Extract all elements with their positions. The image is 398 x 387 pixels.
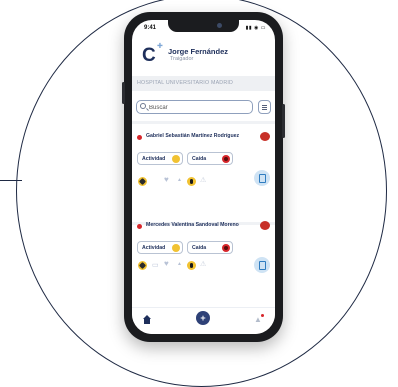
hospital-name-bar: HOSPITAL UNIVERSITARIO MADRID: [132, 76, 275, 91]
phone-device: 9:41 ▮▮ ◉ ▭ C ✚ Jorge Fernández Traigado…: [122, 12, 285, 342]
alert-badge-icon: [260, 221, 270, 230]
user-name: Jorge Fernández: [168, 47, 229, 56]
activity-warning-icon: [172, 244, 180, 252]
warning-icon: [199, 260, 208, 270]
person-alert-icon: [187, 177, 196, 186]
heart-icon: [163, 175, 172, 186]
search-icon: [140, 103, 146, 109]
divider: [132, 121, 275, 124]
status-icons: ▮▮ ◉ ▭: [245, 25, 266, 31]
patient-name: Mercedes Valentina Sandoval Moreno: [146, 222, 239, 228]
patient-name-row: Mercedes Valentina Sandoval Moreno: [137, 221, 270, 233]
status-dot-icon: [137, 135, 142, 140]
fall-alert-icon: [222, 244, 230, 252]
search-row: [136, 100, 271, 115]
vital-icons-row: [137, 175, 237, 189]
status-time: 9:41: [144, 25, 157, 31]
bottom-tab-bar: [132, 307, 275, 334]
pressure-warning-icon: [138, 177, 147, 186]
menu-line: [262, 109, 267, 110]
logo-cross-icon: ✚: [157, 43, 163, 50]
drop-icon: [175, 177, 184, 186]
bed-icon: [151, 261, 160, 270]
pressure-warning-icon: [138, 261, 147, 270]
menu-line: [262, 107, 267, 108]
connector-line: [0, 180, 22, 182]
chip-label: Actividad: [142, 245, 166, 251]
patient-card[interactable]: Mercedes Valentina Sandoval Moreno Activ…: [132, 221, 275, 311]
chip-fall[interactable]: Caída: [187, 241, 233, 254]
user-role: Traigador: [170, 56, 194, 62]
patient-name: Gabriel Sebastián Martínez Rodríguez: [146, 133, 240, 139]
chip-label: Caída: [192, 156, 207, 162]
add-icon[interactable]: [196, 311, 210, 325]
chip-label: Caída: [192, 245, 207, 251]
alert-badge-icon: [260, 132, 270, 141]
app-header: C ✚ Jorge Fernández Traigador: [132, 40, 275, 70]
document-button[interactable]: [254, 257, 270, 273]
volume-button: [122, 82, 125, 104]
status-dot-icon: [137, 224, 142, 229]
app-screen: 9:41 ▮▮ ◉ ▭ C ✚ Jorge Fernández Traigado…: [132, 20, 275, 334]
chip-fall[interactable]: Caída: [187, 152, 233, 165]
patient-card[interactable]: Gabriel Sebastián Martínez Rodríguez Act…: [132, 132, 275, 222]
chip-activity[interactable]: Actividad: [137, 241, 183, 254]
fall-alert-icon: [222, 155, 230, 163]
person-alert-icon: [187, 261, 196, 270]
warning-icon: [199, 176, 208, 186]
patient-name-row: Gabriel Sebastián Martínez Rodríguez: [137, 132, 270, 144]
drop-icon: [175, 261, 184, 270]
home-icon[interactable]: [142, 315, 152, 325]
chip-label: Actividad: [142, 156, 166, 162]
document-button[interactable]: [254, 170, 270, 186]
power-button: [282, 104, 285, 138]
status-bar: 9:41 ▮▮ ◉ ▭: [142, 25, 266, 35]
notifications-icon[interactable]: [254, 314, 264, 324]
vital-icons-row: [137, 259, 237, 273]
search-input[interactable]: [149, 103, 249, 112]
chip-activity[interactable]: Actividad: [137, 152, 183, 165]
menu-line: [262, 105, 267, 106]
heart-icon: [163, 259, 172, 270]
filter-menu-button[interactable]: [258, 100, 271, 114]
search-box[interactable]: [136, 100, 253, 114]
app-logo: C: [142, 45, 156, 66]
activity-warning-icon: [172, 155, 180, 163]
